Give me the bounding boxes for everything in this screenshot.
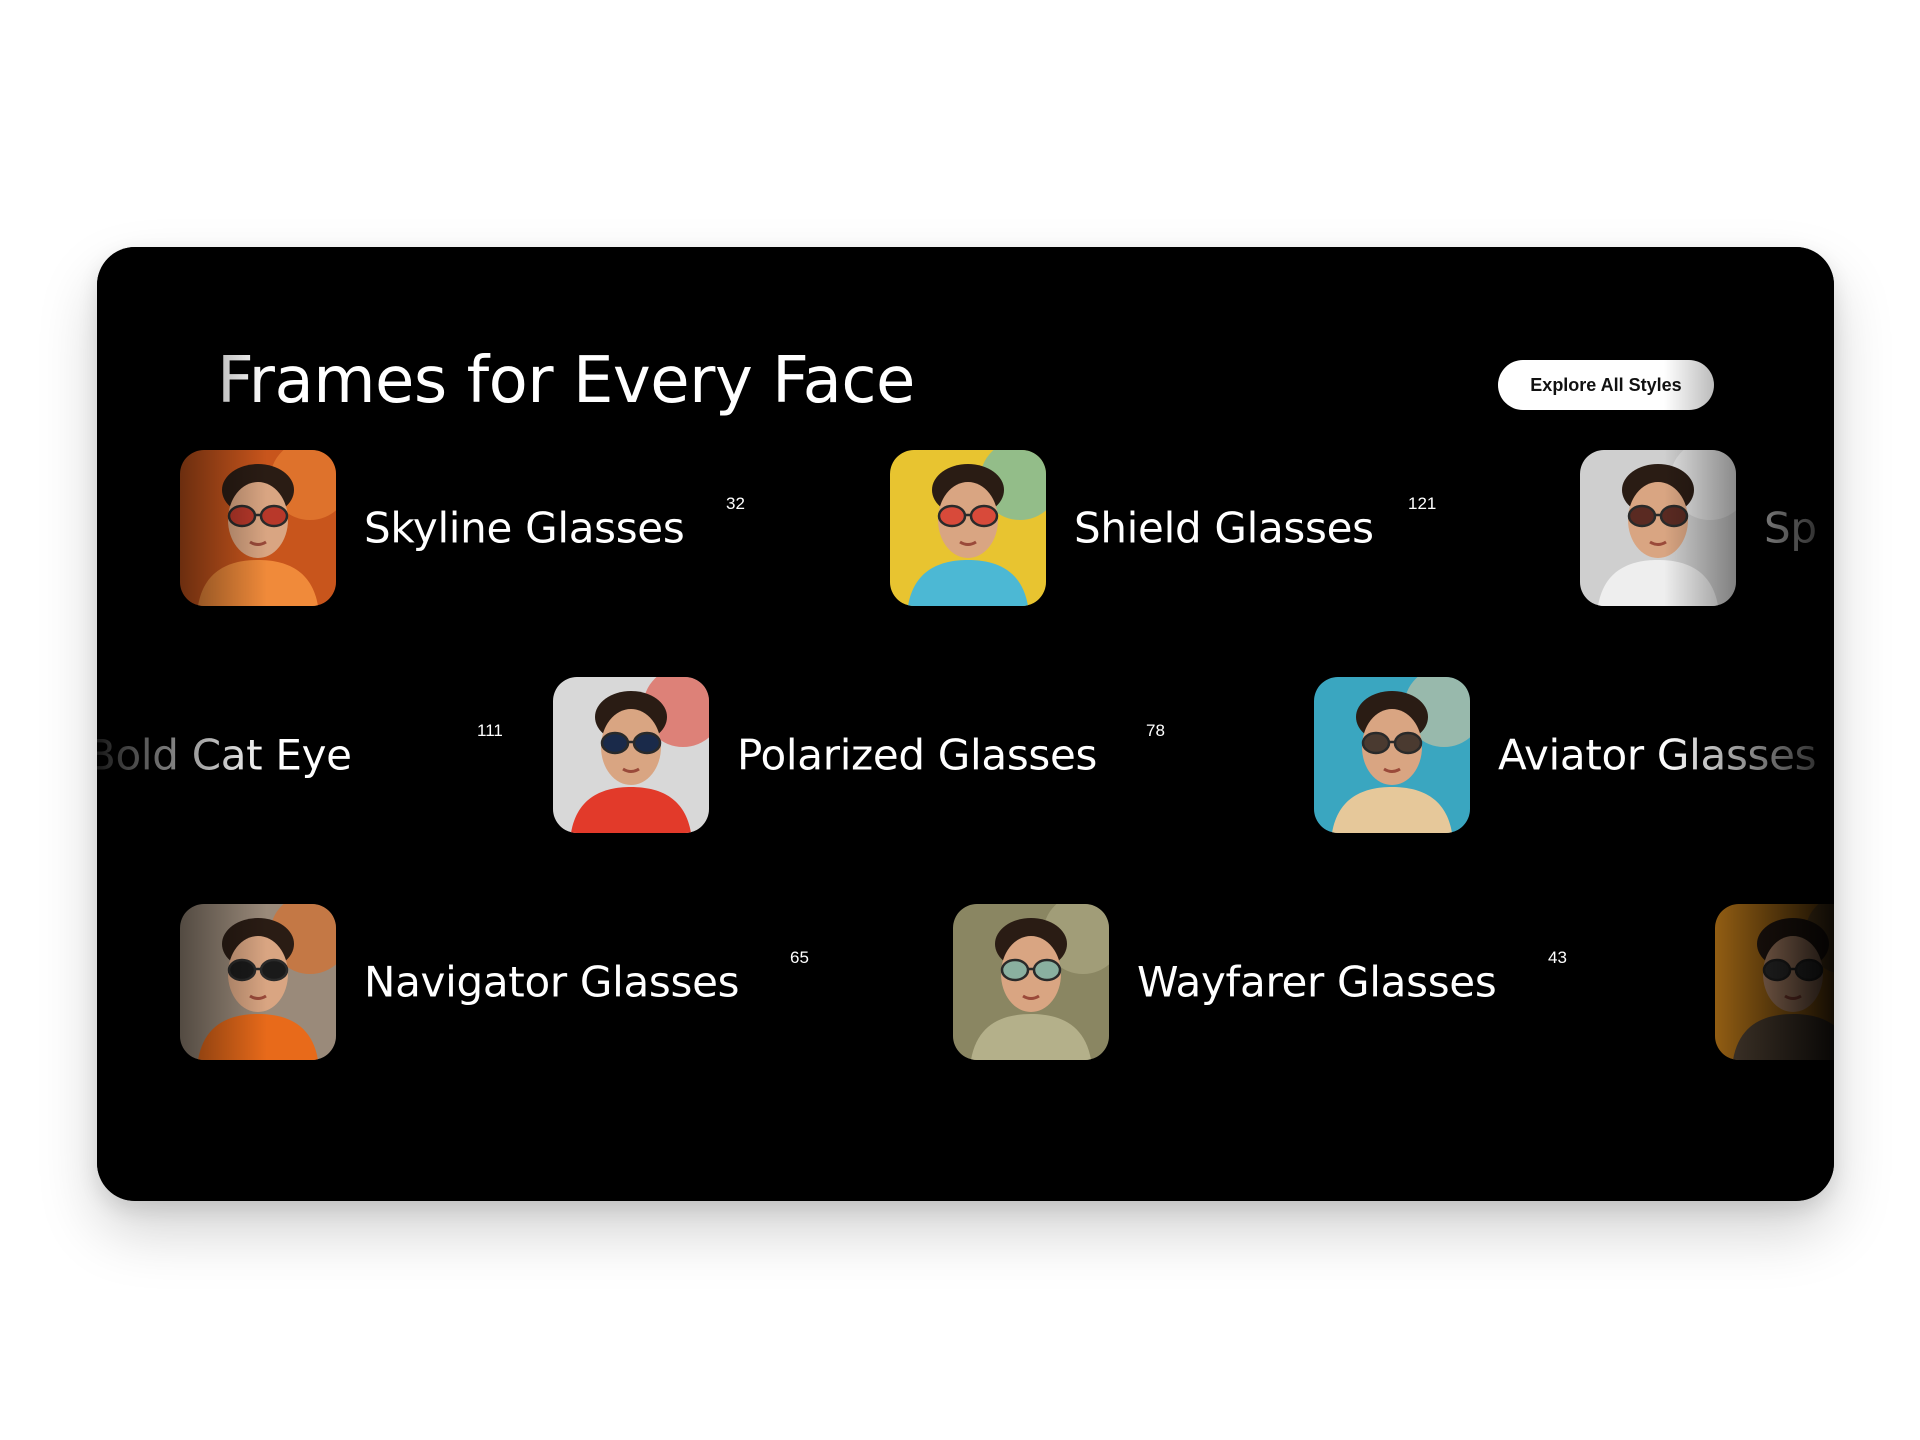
portrait-icon bbox=[1715, 904, 1834, 1060]
aviator-glasses-thumbnail bbox=[1314, 677, 1470, 833]
portrait-icon bbox=[890, 450, 1046, 606]
sp-glasses-thumbnail bbox=[1580, 450, 1736, 606]
skyline-glasses-thumbnail bbox=[180, 450, 336, 606]
style-count: 121 bbox=[1408, 494, 1437, 513]
style-name: Skyline Glasses bbox=[364, 503, 685, 553]
styles-showcase-card: Frames for Every Face Explore All Styles… bbox=[97, 247, 1834, 1201]
wayfarer-glasses-thumbnail bbox=[953, 904, 1109, 1060]
style-row-2: Bold Cat Eye 111 Polarized Glasses 78 Av… bbox=[97, 677, 1834, 833]
polarized-glasses-thumbnail bbox=[553, 677, 709, 833]
shield-glasses-thumbnail bbox=[890, 450, 1046, 606]
style-row-3: Navigator Glasses 65 Wayfarer Glasses 43 bbox=[97, 904, 1834, 1060]
portrait-icon bbox=[180, 904, 336, 1060]
style-name: Wayfarer Glasses bbox=[1137, 957, 1497, 1007]
portrait-icon bbox=[1580, 450, 1736, 606]
style-name: Shield Glasses bbox=[1074, 503, 1374, 553]
style-name: Navigator Glasses bbox=[364, 957, 740, 1007]
style-count: 111 bbox=[477, 721, 503, 740]
portrait-icon bbox=[553, 677, 709, 833]
navigator-glasses-thumbnail bbox=[180, 904, 336, 1060]
style-name: Sp bbox=[1764, 503, 1817, 553]
section-title: Frames for Every Face bbox=[217, 344, 915, 418]
portrait-icon bbox=[1314, 677, 1470, 833]
style-name: Polarized Glasses bbox=[737, 730, 1098, 780]
style-count: 65 bbox=[790, 948, 809, 967]
portrait-icon bbox=[180, 450, 336, 606]
style-count: 32 bbox=[726, 494, 745, 513]
next-style-thumbnail bbox=[1715, 904, 1834, 1060]
style-name: Bold Cat Eye bbox=[97, 730, 352, 780]
style-name: Aviator Glasses bbox=[1498, 730, 1817, 780]
style-count: 78 bbox=[1146, 721, 1165, 740]
explore-all-styles-button[interactable]: Explore All Styles bbox=[1498, 360, 1714, 410]
style-row-1: Skyline Glasses 32 Shield Glasses 121 Sp bbox=[97, 450, 1834, 606]
portrait-icon bbox=[953, 904, 1109, 1060]
style-count: 43 bbox=[1548, 948, 1567, 967]
